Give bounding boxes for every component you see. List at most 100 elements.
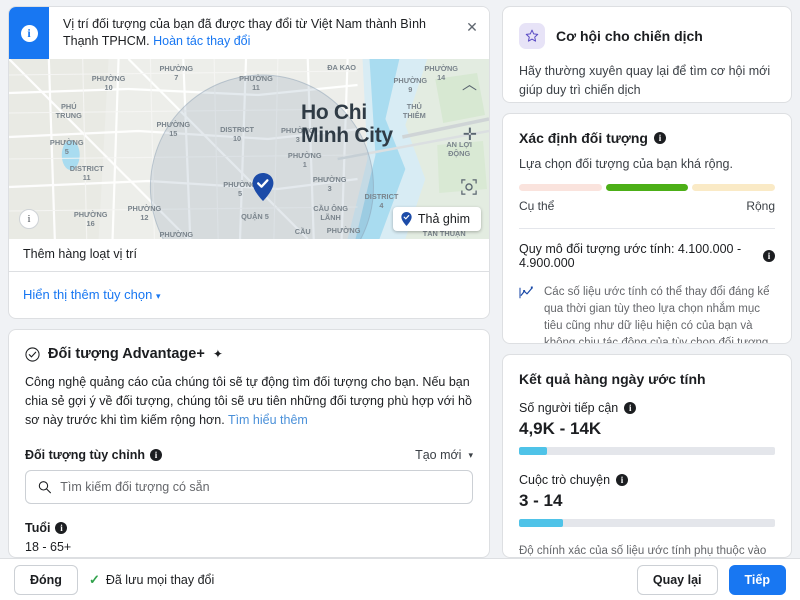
svg-text:PHƯỜNG: PHƯỜNG xyxy=(424,64,458,73)
saved-status: ✓ Đã lưu mọi thay đổi xyxy=(89,572,214,588)
age-field: Tuổi i 18 - 65+ xyxy=(25,521,473,554)
svg-text:10: 10 xyxy=(104,83,112,92)
svg-text:11: 11 xyxy=(83,173,91,182)
svg-text:THỦ: THỦ xyxy=(407,102,422,111)
back-button[interactable]: Quay lại xyxy=(636,564,718,595)
location-card: i Vị trí đối tượng của bạn đã được thay … xyxy=(8,6,490,319)
footer-right-group: Quay lại Tiếp xyxy=(636,564,786,595)
pin-icon xyxy=(401,212,412,226)
banner-text: Vị trí đối tượng của bạn đã được thay đổ… xyxy=(49,7,455,59)
audience-definition-subtitle: Lựa chọn đối tượng của bạn khá rộng. xyxy=(519,157,733,172)
right-column: Cơ hội cho chiến dịch Hãy thường xuyên q… xyxy=(502,6,792,558)
estimate-disclaimer: Các số liệu ước tính có thể thay đổi đán… xyxy=(519,284,775,343)
crosshair-plus-icon[interactable]: ✛ xyxy=(463,125,477,145)
svg-text:PHƯỜNG: PHƯỜNG xyxy=(313,175,347,184)
metric-label: Số người tiếp cận i xyxy=(519,401,775,415)
chevron-down-icon: ▾ xyxy=(155,291,161,301)
chevron-down-icon: ▾ xyxy=(468,449,473,460)
metric-value: 3 - 14 xyxy=(519,491,563,511)
svg-text:9: 9 xyxy=(408,85,412,94)
audience-breadth-gauge[interactable] xyxy=(519,184,776,192)
check-icon: ✓ xyxy=(88,571,100,587)
map-info-icon[interactable]: i xyxy=(19,209,39,229)
opportunity-body: Hãy thường xuyên quay lại để tìm cơ hội … xyxy=(519,64,771,97)
age-label-text: Tuổi xyxy=(25,521,51,535)
audience-definition-header: Xác định đối tượng i xyxy=(519,130,775,146)
metric-bar-track xyxy=(519,519,775,528)
custom-audience-row: Đối tượng tùy chỉnh i Tạo mới ▾ xyxy=(25,448,473,462)
info-icon[interactable]: i xyxy=(763,250,775,263)
svg-text:LÃNH: LÃNH xyxy=(320,213,340,222)
estimated-audience-size: Quy mô đối tượng ước tính: 4.100.000 - 4… xyxy=(519,242,775,270)
opportunity-title: Cơ hội cho chiến dịch xyxy=(556,28,703,44)
info-icon[interactable]: i xyxy=(616,474,629,487)
custom-audience-label: Đối tượng tùy chỉnh i xyxy=(25,448,163,462)
trend-chart-icon xyxy=(519,286,533,299)
campaign-opportunity-card: Cơ hội cho chiến dịch Hãy thường xuyên q… xyxy=(502,6,792,104)
svg-text:DISTRICT: DISTRICT xyxy=(364,192,398,201)
svg-text:PHƯỜNG: PHƯỜNG xyxy=(159,64,193,73)
svg-text:DISTRICT: DISTRICT xyxy=(70,164,104,173)
banner-accent-bar: i xyxy=(9,7,49,59)
svg-text:PHÚ: PHÚ xyxy=(61,102,77,111)
daily-results-card: Kết quả hàng ngày ước tính Số người tiếp… xyxy=(502,354,792,558)
svg-text:PHƯỜNG: PHƯỜNG xyxy=(159,230,193,239)
svg-text:TRUNG: TRUNG xyxy=(56,111,82,120)
advantage-title: Đối tượng Advantage+ xyxy=(48,346,205,362)
gauge-label-broad: Rộng xyxy=(746,199,775,214)
gauge-segment-broad xyxy=(692,184,776,192)
opportunity-header: Cơ hội cho chiến dịch xyxy=(519,23,775,49)
custom-audience-label-text: Đối tượng tùy chỉnh xyxy=(25,448,146,462)
info-icon[interactable]: i xyxy=(653,132,666,145)
map-city-label: Ho Chi Minh City xyxy=(301,101,393,147)
show-more-options-link[interactable]: Hiển thị thêm tùy chọn ▾ xyxy=(9,272,489,318)
bulk-add-locations-link[interactable]: Thêm hàng loạt vị trí xyxy=(9,239,489,271)
divider xyxy=(519,228,775,230)
create-new-dropdown[interactable]: Tạo mới ▾ xyxy=(415,448,473,462)
svg-text:5: 5 xyxy=(238,189,242,198)
map-location-pin-icon[interactable] xyxy=(252,173,274,201)
svg-text:PHƯỜNG: PHƯỜNG xyxy=(239,74,273,83)
age-value: 18 - 65+ xyxy=(25,540,72,554)
gauge-labels: Cụ thể Rộng xyxy=(519,199,775,213)
drop-pin-label: Thả ghim xyxy=(417,212,470,226)
undo-change-link[interactable]: Hoàn tác thay đổi xyxy=(153,34,250,48)
advantage-header: Đối tượng Advantage+ ✦ xyxy=(25,346,473,362)
chevron-up-icon[interactable]: ︿ xyxy=(462,73,477,94)
svg-text:THIÊM: THIÊM xyxy=(403,111,426,120)
metric-label: Cuộc trò chuyện i xyxy=(519,473,775,487)
audience-definition-title: Xác định đối tượng xyxy=(519,130,648,147)
next-button[interactable]: Tiếp xyxy=(728,564,786,595)
drop-pin-button[interactable]: Thả ghim xyxy=(392,207,481,231)
svg-text:CẦU ÔNG: CẦU ÔNG xyxy=(313,203,348,213)
metric-conversations: Cuộc trò chuyện i 3 - 14 xyxy=(519,473,775,528)
svg-text:PHƯỜNG: PHƯỜNG xyxy=(327,226,361,235)
svg-text:PHƯỜNG: PHƯỜNG xyxy=(92,74,126,83)
info-circle-icon: i xyxy=(20,24,38,42)
location-map[interactable]: PHƯỜNG 10 PHÚ TRUNG PHƯỜNG 15 PHƯỜNG 5 DISTR… xyxy=(9,59,489,239)
footer-left-group: Đóng ✓ Đã lưu mọi thay đổi xyxy=(14,564,214,595)
daily-results-title: Kết quả hàng ngày ước tính xyxy=(519,371,706,388)
learn-more-link[interactable]: Tìm hiểu thêm xyxy=(228,413,308,427)
svg-text:DISTRICT: DISTRICT xyxy=(220,125,254,134)
svg-text:CẦU: CẦU xyxy=(295,226,311,236)
info-icon[interactable]: i xyxy=(150,449,163,461)
svg-text:QUẬN 5: QUẬN 5 xyxy=(241,212,269,221)
svg-text:1: 1 xyxy=(303,160,307,169)
metric-bar-fill xyxy=(519,519,563,528)
gauge-segment-specific xyxy=(519,184,602,192)
info-icon[interactable]: i xyxy=(55,522,68,534)
svg-text:11: 11 xyxy=(252,83,260,92)
locate-icon[interactable] xyxy=(461,179,477,195)
audience-search-box[interactable] xyxy=(25,470,473,504)
close-button[interactable]: Đóng xyxy=(14,564,78,595)
close-icon[interactable]: ✕ xyxy=(455,7,489,59)
svg-text:PHƯỜNG: PHƯỜNG xyxy=(74,210,108,219)
search-input[interactable] xyxy=(60,480,460,494)
sparkle-icon: ✦ xyxy=(212,347,223,361)
saved-status-text: Đã lưu mọi thay đổi xyxy=(105,572,215,587)
gauge-segment-balanced xyxy=(605,184,689,192)
svg-text:12: 12 xyxy=(140,213,148,222)
footer-action-bar: Đóng ✓ Đã lưu mọi thay đổi Quay lại Tiếp xyxy=(0,558,800,600)
info-icon[interactable]: i xyxy=(624,402,637,415)
